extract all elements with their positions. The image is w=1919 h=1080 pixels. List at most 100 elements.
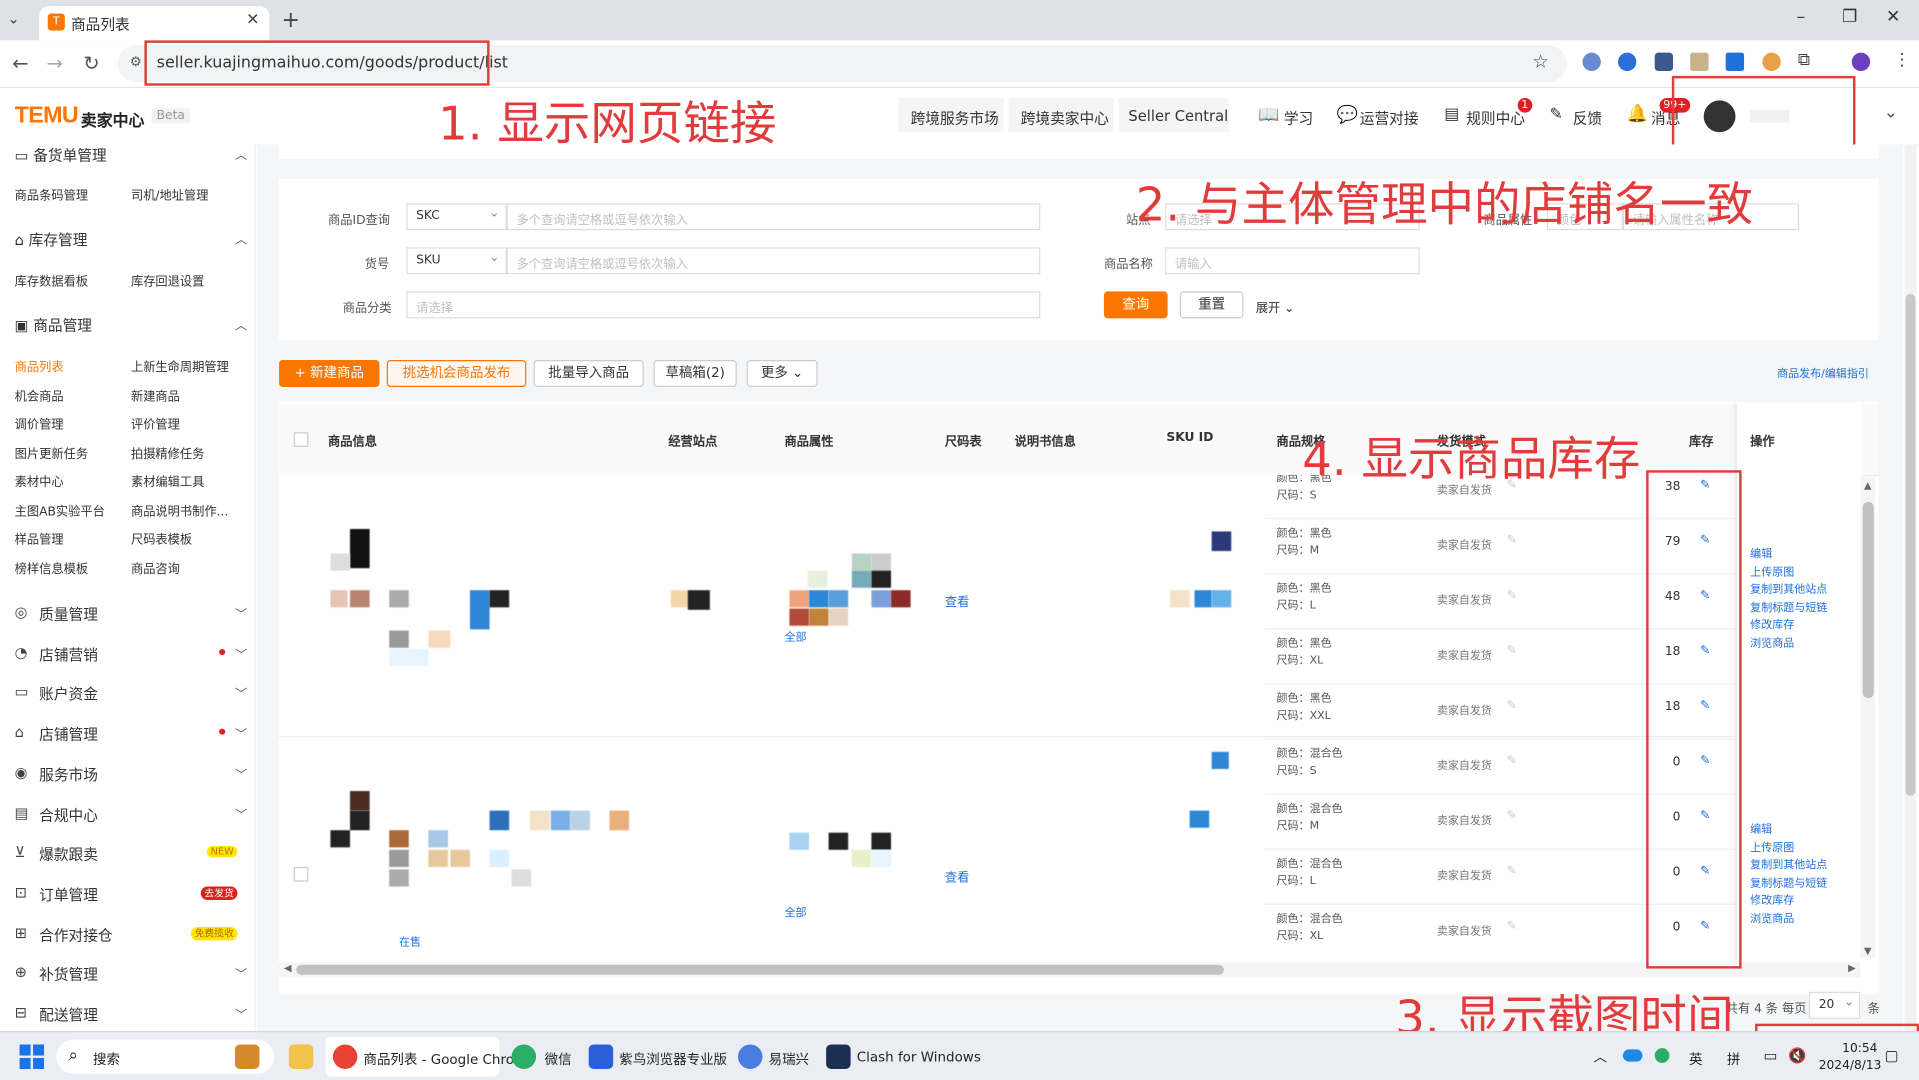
- pick-opportunity-button[interactable]: 挑选机会商品发布: [386, 360, 527, 387]
- sidebar-item-product[interactable]: 商品说明书制作...: [131, 500, 228, 518]
- nav-rule-center[interactable]: 规则中心: [1466, 108, 1525, 129]
- chevron-up-icon[interactable]: ︿: [235, 144, 247, 162]
- op-link[interactable]: 浏览商品: [1750, 910, 1794, 928]
- op-link[interactable]: 修改库存: [1750, 617, 1794, 635]
- nav-seller-central[interactable]: Seller Central: [1128, 108, 1228, 125]
- windows-start-icon[interactable]: [19, 1044, 45, 1069]
- browser-tab-active[interactable]: T 商品列表 ✕: [39, 6, 270, 41]
- taskbar-yiruixing-label[interactable]: 易瑞兴: [769, 1049, 809, 1069]
- edit-ship-icon[interactable]: ✎: [1507, 589, 1517, 602]
- nav-cross-border-market[interactable]: 跨境服务市场: [911, 108, 999, 129]
- batch-import-button[interactable]: 批量导入商品: [533, 360, 644, 387]
- chevron-down-icon[interactable]: ﹀: [235, 604, 247, 622]
- sidebar-item-barcode[interactable]: 商品条码管理: [15, 185, 88, 203]
- minimize-button[interactable]: –: [1797, 7, 1806, 27]
- sidebar-section[interactable]: 爆款跟卖: [39, 844, 98, 865]
- temu-logo[interactable]: TEMU: [15, 103, 79, 130]
- reload-icon[interactable]: ↻: [83, 51, 99, 74]
- page-scroll-thumb[interactable]: [1905, 293, 1916, 796]
- chevron-down-icon[interactable]: ﹀: [235, 724, 247, 742]
- op-link[interactable]: 复制标题与短链: [1750, 875, 1827, 893]
- extension-icon[interactable]: [1725, 52, 1745, 72]
- sidebar-item-product[interactable]: 评价管理: [131, 414, 180, 432]
- sidebar-item-product[interactable]: 素材编辑工具: [131, 471, 204, 489]
- extension-icon[interactable]: [1582, 52, 1601, 72]
- tab-list-chevron-icon[interactable]: ⌄: [7, 10, 19, 27]
- chevron-up-icon[interactable]: ︿: [235, 229, 247, 247]
- ziniao-browser-icon[interactable]: [588, 1044, 614, 1069]
- chevron-down-icon[interactable]: ﹀: [235, 1004, 247, 1022]
- product-name-input[interactable]: 请输入: [1165, 247, 1420, 275]
- nav-learn[interactable]: 学习: [1284, 108, 1313, 129]
- ime-lang[interactable]: 英: [1689, 1049, 1702, 1069]
- sidebar-section[interactable]: 合作对接仓: [39, 924, 112, 945]
- new-tab-button[interactable]: +: [281, 7, 299, 33]
- drafts-button[interactable]: 草稿箱(2): [653, 360, 737, 387]
- chevron-down-icon[interactable]: ﹀: [235, 964, 247, 982]
- h-scroll-thumb[interactable]: [296, 964, 1224, 975]
- sidebar-section-product[interactable]: ▣ 商品管理: [15, 315, 92, 336]
- search-button[interactable]: 查询: [1103, 291, 1168, 319]
- taskbar-ziniao-label[interactable]: 紫鸟浏览器专业版: [619, 1049, 727, 1069]
- view-all-attrs-link[interactable]: 全部: [785, 904, 807, 919]
- view-all-attrs-link[interactable]: 全部: [785, 628, 807, 644]
- profile-avatar[interactable]: [1851, 52, 1871, 72]
- mute-icon[interactable]: 🔇: [1788, 1047, 1806, 1064]
- sidebar-item-product[interactable]: 调价管理: [15, 414, 64, 432]
- bookmark-star-icon[interactable]: ☆: [1532, 50, 1548, 72]
- chevron-down-icon[interactable]: ﹀: [235, 764, 247, 782]
- scroll-down-icon[interactable]: ▼: [1864, 945, 1872, 956]
- edit-ship-icon[interactable]: ✎: [1507, 534, 1517, 547]
- sidebar-section-partial[interactable]: ▭ 备货单管理: [15, 144, 107, 165]
- sidebar-section[interactable]: 合规中心: [39, 804, 98, 825]
- sidebar-item-product[interactable]: 主图AB实验平台: [15, 500, 105, 518]
- op-link[interactable]: 编辑: [1750, 822, 1772, 840]
- briefcase-icon[interactable]: [234, 1044, 260, 1069]
- folder-icon[interactable]: [288, 1044, 314, 1069]
- close-window-button[interactable]: ✕: [1886, 7, 1900, 27]
- extension-icon[interactable]: [1654, 52, 1674, 72]
- wechat-tray-icon[interactable]: [1654, 1048, 1670, 1063]
- scroll-up-icon[interactable]: ▲: [1864, 480, 1872, 491]
- id-query-input[interactable]: 多个查询请空格或逗号依次输入: [506, 203, 1041, 231]
- edit-ship-icon[interactable]: ✎: [1507, 809, 1517, 822]
- op-link[interactable]: 复制到其他站点: [1750, 582, 1827, 600]
- clock-date[interactable]: 2024/8/13: [1819, 1059, 1882, 1072]
- select-all-checkbox[interactable]: [293, 432, 309, 447]
- op-link[interactable]: 复制标题与短链: [1750, 599, 1827, 617]
- wechat-icon[interactable]: [511, 1044, 537, 1069]
- op-link[interactable]: 复制到其他站点: [1750, 857, 1827, 875]
- restore-button[interactable]: ❐: [1842, 7, 1857, 27]
- sidebar-section[interactable]: 配送管理: [39, 1004, 98, 1025]
- chevron-down-icon[interactable]: ﹀: [235, 804, 247, 822]
- sidebar-section[interactable]: 补货管理: [39, 964, 98, 985]
- reset-button[interactable]: 重置: [1179, 291, 1244, 319]
- op-link[interactable]: 上传原图: [1750, 564, 1794, 582]
- op-link[interactable]: 上传原图: [1750, 839, 1794, 857]
- sidebar-item-product[interactable]: 商品咨询: [131, 558, 180, 576]
- sidebar-item-product[interactable]: 商品列表: [15, 356, 64, 374]
- sidebar-item-product[interactable]: 尺码表模板: [131, 529, 192, 547]
- edit-ship-icon[interactable]: ✎: [1507, 754, 1517, 767]
- edit-ship-icon[interactable]: ✎: [1507, 920, 1517, 933]
- code-type-select[interactable]: SKU ⌄: [406, 247, 507, 275]
- sidebar-item-product[interactable]: 新建商品: [131, 385, 180, 403]
- site-info-icon[interactable]: ⚙: [130, 54, 142, 70]
- view-size-chart-link[interactable]: 查看: [945, 867, 969, 885]
- sidebar-section[interactable]: 质量管理: [39, 604, 98, 625]
- chevron-down-icon[interactable]: ⌄: [1884, 103, 1898, 123]
- sidebar-item-product[interactable]: 样品管理: [15, 529, 64, 547]
- tray-chevron-up-icon[interactable]: ︿: [1594, 1047, 1607, 1067]
- chevron-up-icon[interactable]: ︿: [235, 315, 247, 333]
- back-arrow-icon[interactable]: ←: [12, 51, 28, 74]
- code-query-input[interactable]: 多个查询请空格或逗号依次输入: [506, 247, 1041, 275]
- sidebar-section[interactable]: 服务市场: [39, 764, 98, 785]
- chevron-down-icon[interactable]: ﹀: [235, 644, 247, 662]
- taskbar-clash-label[interactable]: Clash for Windows: [857, 1049, 981, 1065]
- scroll-thumb[interactable]: [1862, 502, 1874, 698]
- extension-icon[interactable]: [1617, 52, 1637, 72]
- taskbar-wechat-label[interactable]: 微信: [545, 1049, 572, 1069]
- op-link[interactable]: 修改库存: [1750, 893, 1794, 911]
- close-tab-icon[interactable]: ✕: [246, 11, 259, 29]
- sidebar-item-product[interactable]: 上新生命周期管理: [131, 356, 229, 374]
